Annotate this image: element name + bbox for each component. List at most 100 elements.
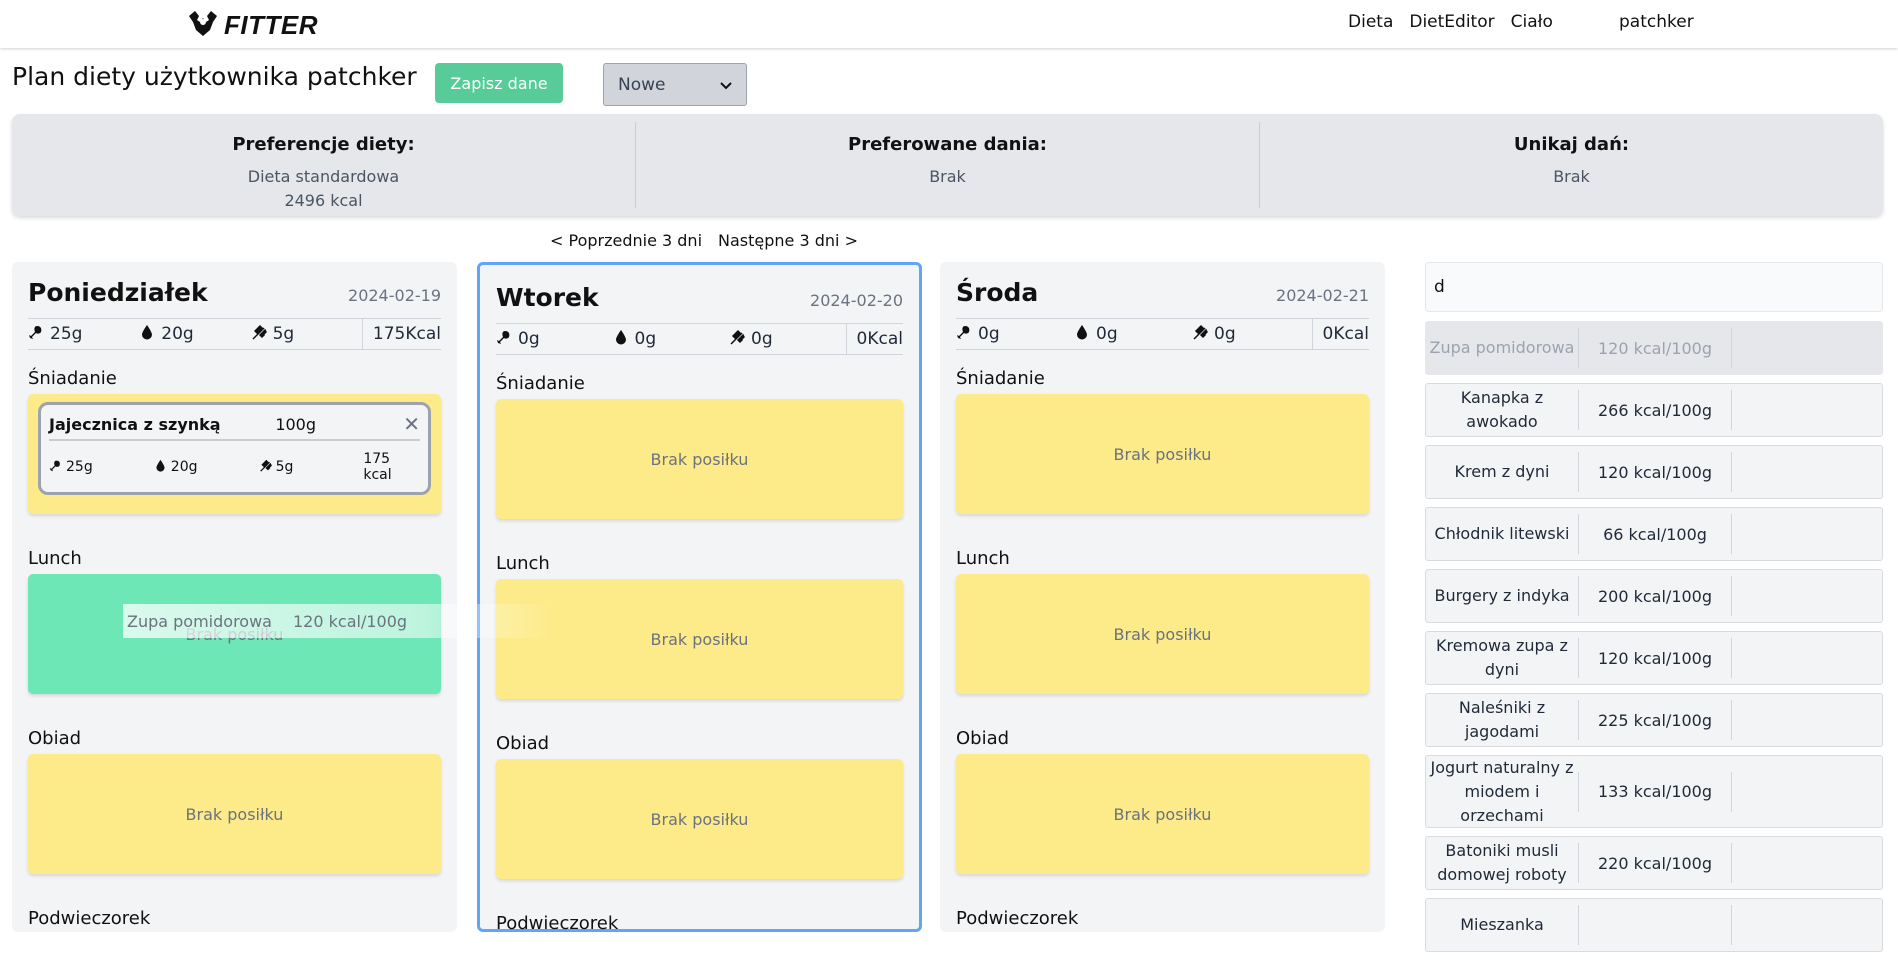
food-list-item[interactable]: Kanapka z awokado 266 kcal/100g bbox=[1425, 383, 1883, 437]
food-list-name: Chłodnik litewski bbox=[1434, 524, 1570, 543]
meal-label: Podwieczorek bbox=[956, 908, 1079, 929]
day-column-wednesday: Środa 2024-02-21 0g 0g 0g 0Kcal Śniadani… bbox=[940, 262, 1385, 932]
food-list-item[interactable]: Jogurt naturalny z miodem i orzechami 13… bbox=[1425, 755, 1883, 828]
next-days-link[interactable]: Następne 3 dni > bbox=[718, 231, 858, 250]
meal-label: Lunch bbox=[956, 548, 1010, 569]
meal-label: Obiad bbox=[496, 733, 550, 754]
dragged-food-kcal: 120 kcal/100g bbox=[293, 611, 408, 631]
food-list-item[interactable]: Batoniki musli domowej roboty 220 kcal/1… bbox=[1425, 836, 1883, 890]
pref-value: Brak bbox=[1553, 167, 1590, 186]
food-amount[interactable]: 100g bbox=[275, 415, 403, 434]
empty-meal-text: Brak posiłku bbox=[1113, 804, 1212, 824]
food-list-item[interactable]: Chłodnik litewski 66 kcal/100g bbox=[1425, 507, 1883, 561]
meal-dropzone[interactable]: Brak posiłku bbox=[956, 754, 1369, 874]
meal-dropzone[interactable]: Brak posiłku bbox=[496, 759, 903, 879]
diet-preferences-panel: Preferencje diety: Dieta standardowa 249… bbox=[12, 114, 1883, 216]
fat-value: 0g bbox=[1096, 324, 1118, 344]
food-list-item[interactable]: Naleśniki z jagodami 225 kcal/100g bbox=[1425, 693, 1883, 747]
food-search-input[interactable]: d bbox=[1425, 262, 1883, 312]
meal-label: Śniadanie bbox=[496, 373, 585, 394]
fat-value: 20g bbox=[161, 324, 194, 344]
drop-icon bbox=[1074, 324, 1090, 345]
drumstick-icon bbox=[49, 459, 62, 476]
food-fat: 20g bbox=[170, 459, 198, 475]
food-list-name: Batoniki musli domowej roboty bbox=[1437, 841, 1567, 884]
food-list-name: Naleśniki z jagodami bbox=[1458, 698, 1546, 741]
food-list-name: Mieszanka bbox=[1460, 915, 1544, 934]
food-list-kcal: 133 kcal/100g bbox=[1578, 771, 1732, 812]
pref-title: Preferencje diety: bbox=[232, 134, 415, 155]
pref-preferred: Preferowane dania: Brak bbox=[635, 122, 1259, 208]
meal-label: Śniadanie bbox=[28, 368, 117, 389]
day-date: 2024-02-20 bbox=[810, 291, 903, 310]
meal-label: Śniadanie bbox=[956, 368, 1045, 389]
food-list-item[interactable]: Krem z dyni 120 kcal/100g bbox=[1425, 445, 1883, 499]
nav-link-dieta[interactable]: Dieta bbox=[1348, 12, 1393, 32]
day-name: Wtorek bbox=[496, 283, 599, 312]
food-list-item[interactable]: Kremowa zupa z dyni 120 kcal/100g bbox=[1425, 631, 1883, 685]
drop-icon bbox=[154, 459, 167, 476]
meal-dropzone[interactable]: Jajecznica z szynką 100g ✕ 25g 20g 5g 17… bbox=[28, 394, 441, 514]
meal-label: Podwieczorek bbox=[28, 908, 151, 929]
user-menu[interactable]: patchker bbox=[1619, 12, 1694, 32]
pref-title: Preferowane dania: bbox=[848, 134, 1047, 155]
protein-value: 0g bbox=[978, 324, 1000, 344]
meal-label: Lunch bbox=[496, 553, 550, 574]
dragged-food-item[interactable]: Zupa pomidorowa 120 kcal/100g bbox=[123, 604, 553, 638]
food-list-kcal: 220 kcal/100g bbox=[1578, 843, 1732, 883]
pref-avoid: Unikaj dań: Brak bbox=[1259, 122, 1883, 208]
brand-logo[interactable]: FITTER bbox=[186, 8, 318, 42]
drop-icon bbox=[613, 329, 629, 350]
day-date: 2024-02-21 bbox=[1276, 286, 1369, 305]
food-list-kcal bbox=[1578, 905, 1732, 945]
page-title: Plan diety użytkownika patchker bbox=[12, 62, 417, 91]
meal-dropzone[interactable]: Brak posiłku bbox=[496, 399, 903, 519]
protein-value: 0g bbox=[518, 329, 540, 349]
day-macros: 0g 0g 0g 0Kcal bbox=[496, 323, 903, 355]
empty-meal-text: Brak posiłku bbox=[185, 804, 284, 824]
meal-label: Obiad bbox=[28, 728, 82, 749]
food-carbs: 5g bbox=[275, 459, 294, 475]
meal-label: Podwieczorek bbox=[496, 913, 619, 934]
save-button[interactable]: Zapisz dane bbox=[435, 63, 563, 103]
empty-meal-text: Brak posiłku bbox=[1113, 444, 1212, 464]
prev-days-link[interactable]: < Poprzednie 3 dni bbox=[550, 231, 702, 250]
food-list-kcal: 120 kcal/100g bbox=[1578, 452, 1732, 492]
close-icon[interactable]: ✕ bbox=[403, 412, 420, 436]
plan-select-value: Nowe bbox=[618, 74, 666, 95]
food-list-item[interactable]: Burgery z indyka 200 kcal/100g bbox=[1425, 569, 1883, 623]
food-list-item[interactable]: Mieszanka bbox=[1425, 898, 1883, 952]
day-macros: 0g 0g 0g 0Kcal bbox=[956, 318, 1369, 350]
meal-dropzone[interactable]: Brak posiłku bbox=[28, 754, 441, 874]
day-column-monday: Poniedziałek 2024-02-19 25g 20g 5g 175Kc… bbox=[12, 262, 457, 932]
protein-value: 25g bbox=[50, 324, 83, 344]
wheat-icon bbox=[1192, 324, 1208, 345]
carbs-value: 5g bbox=[272, 324, 295, 344]
meal-label: Obiad bbox=[956, 728, 1010, 749]
empty-meal-text: Brak posiłku bbox=[1113, 624, 1212, 644]
food-list-name: Kremowa zupa z dyni bbox=[1436, 636, 1568, 679]
wheat-icon bbox=[251, 324, 267, 345]
kcal-value: 0Kcal bbox=[845, 323, 903, 355]
kcal-value: 175Kcal bbox=[361, 318, 441, 350]
food-list-name: Jogurt naturalny z miodem i orzechami bbox=[1430, 757, 1574, 825]
food-list-name: Krem z dyni bbox=[1454, 462, 1550, 481]
nav-link-dieteditor[interactable]: DietEditor bbox=[1409, 12, 1494, 32]
food-list-kcal: 66 kcal/100g bbox=[1578, 514, 1732, 554]
pref-value: 2496 kcal bbox=[284, 191, 363, 210]
day-name: Poniedziałek bbox=[28, 278, 208, 307]
nav-link-cialo[interactable]: Ciało bbox=[1511, 12, 1553, 32]
meal-dropzone[interactable]: Brak posiłku bbox=[956, 574, 1369, 694]
food-list-kcal: 266 kcal/100g bbox=[1578, 390, 1732, 430]
pref-value: Dieta standardowa bbox=[247, 167, 400, 186]
food-list-name: Burgery z indyka bbox=[1434, 586, 1570, 605]
food-list-name: Kanapka z awokado bbox=[1460, 388, 1544, 431]
food-sidebar: d Zupa pomidorowa 120 kcal/100g Kanapka … bbox=[1425, 262, 1883, 952]
meal-dropzone[interactable]: Brak posiłku bbox=[956, 394, 1369, 514]
plan-select[interactable]: Nowe bbox=[603, 63, 747, 106]
food-card[interactable]: Jajecznica z szynką 100g ✕ 25g 20g 5g 17… bbox=[38, 402, 431, 495]
meal-dropzone[interactable]: Brak posiłku bbox=[496, 579, 903, 699]
food-list-item[interactable]: Zupa pomidorowa 120 kcal/100g bbox=[1425, 321, 1883, 375]
pref-title: Unikaj dań: bbox=[1513, 134, 1630, 155]
empty-meal-text: Brak posiłku bbox=[650, 449, 749, 469]
